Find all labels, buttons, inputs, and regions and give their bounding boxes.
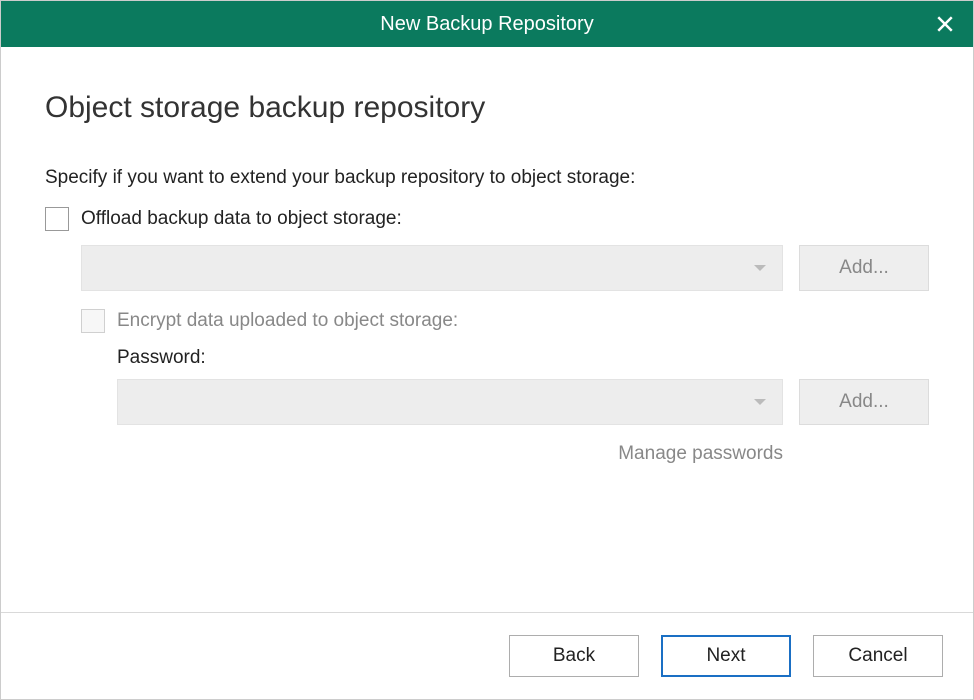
encrypt-checkbox-row: Encrypt data uploaded to object storage: — [81, 309, 929, 333]
offload-checkbox-label: Offload backup data to object storage: — [81, 208, 402, 230]
add-password-button[interactable]: Add... — [799, 379, 929, 425]
instruction-text: Specify if you want to extend your backu… — [45, 167, 929, 189]
manage-passwords-link[interactable]: Manage passwords — [117, 443, 929, 465]
chevron-down-icon — [754, 265, 766, 271]
offload-dropdown-row: Add... — [81, 245, 929, 291]
chevron-down-icon — [754, 399, 766, 405]
encrypt-checkbox-label: Encrypt data uploaded to object storage: — [117, 310, 458, 332]
back-button[interactable]: Back — [509, 635, 639, 677]
close-button[interactable] — [917, 1, 973, 47]
titlebar: New Backup Repository — [1, 1, 973, 47]
password-label: Password: — [117, 347, 929, 369]
encrypt-checkbox — [81, 309, 105, 333]
footer: Back Next Cancel — [1, 612, 973, 699]
add-object-storage-button[interactable]: Add... — [799, 245, 929, 291]
object-storage-dropdown[interactable] — [81, 245, 783, 291]
next-button[interactable]: Next — [661, 635, 791, 677]
password-dropdown[interactable] — [117, 379, 783, 425]
offload-checkbox-row: Offload backup data to object storage: — [45, 207, 929, 231]
window-title: New Backup Repository — [1, 13, 973, 36]
offload-checkbox[interactable] — [45, 207, 69, 231]
close-icon — [936, 15, 954, 33]
page-heading: Object storage backup repository — [45, 91, 929, 125]
content-area: Object storage backup repository Specify… — [1, 47, 973, 612]
password-dropdown-row: Add... — [117, 379, 929, 425]
encrypt-section: Encrypt data uploaded to object storage:… — [81, 309, 929, 465]
cancel-button[interactable]: Cancel — [813, 635, 943, 677]
